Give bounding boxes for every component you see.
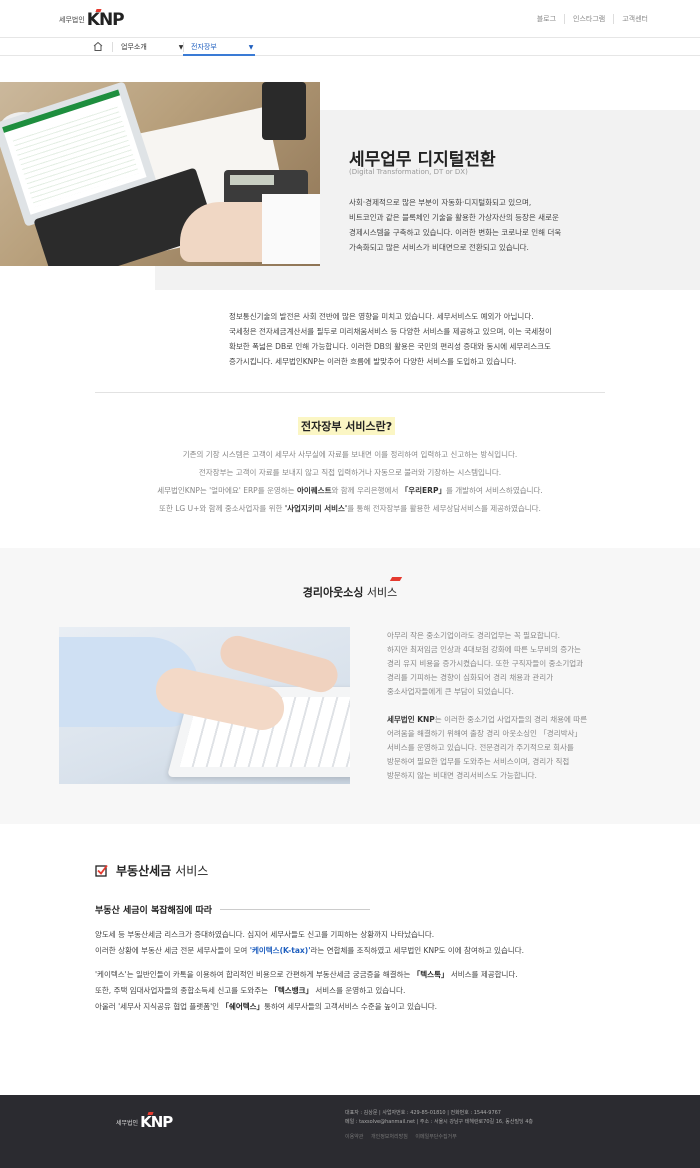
site-header: 세무법인 KNP 블로그 인스타그램 고객센터 [0, 0, 700, 37]
hero-line: 경제시스템을 구축하고 있습니다. 이러한 변화는 코로나로 인해 더욱 [349, 228, 562, 237]
hero-subtitle: (Digital Transformation, DT or DX) [349, 168, 468, 176]
ebook-line: 세무법인KNP는 '얼마에요' ERP를 운영하는 아이퀘스트와 함께 우리은행… [157, 486, 543, 495]
nav-dropdown-ebook[interactable]: 전자장부 ▼ [191, 42, 253, 52]
realestate-paragraph-2: '케이텍스'는 일반인들이 카톡을 이용하여 합리적인 비용으로 간편하게 부동… [95, 970, 518, 1011]
top-links: 블로그 인스타그램 고객센터 [529, 14, 656, 24]
site-footer: 세무법인 KNP 대표자 : 김상문 | 사업자번호 : 429-85-0181… [0, 1095, 700, 1168]
business-keeper-highlight: '사업지키미 서비스' [284, 504, 348, 513]
woori-erp-highlight: 「우리ERP」 [400, 486, 446, 495]
hero-line: 사회·경제적으로 많은 부분이 자동화·디지털화되고 있으며, [349, 198, 532, 207]
ebook-description: 기존의 기장 시스템은 고객이 세무사 사무실에 자료를 보내면 이를 정리하여… [0, 446, 700, 518]
instagram-link[interactable]: 인스타그램 [564, 14, 613, 24]
ebook-section-title: 전자장부 서비스란? [298, 417, 396, 435]
home-icon[interactable] [93, 41, 103, 52]
section-divider [95, 392, 605, 393]
realestate-subheading: 부동산 세금이 복잡해짐에 따라 [95, 903, 371, 916]
ebook-line: 또한 LG U+와 함께 중소사업자를 위한 '사업지키미 서비스'를 통해 전… [159, 504, 541, 513]
active-nav-indicator [183, 54, 255, 56]
caret-down-icon: ▼ [248, 43, 254, 51]
blog-link[interactable]: 블로그 [529, 14, 564, 24]
nav-divider [183, 42, 184, 52]
hero-line: 가속화되고 많은 서비스가 비대면으로 전환되고 있습니다. [349, 243, 529, 252]
hero-line: 비트코인과 같은 블록체인 기술을 활용한 가상자산의 등장은 새로운 [349, 213, 559, 222]
nav-dropdown-work[interactable]: 업무소개 ▼ [121, 42, 183, 52]
hero-title: 세무업무 디지털전환 [349, 150, 496, 170]
taxbank-highlight: 「텍스뱅크」 [270, 986, 313, 995]
nav-item-label: 업무소개 [121, 43, 147, 51]
ktax-highlight: '케이텍스(K-tax)' [249, 946, 311, 955]
logo-main-text: KNP [86, 10, 125, 30]
footer-logo[interactable]: 세무법인 KNP [116, 1113, 173, 1131]
sub-navigation: 업무소개 ▼ 전자장부 ▼ [0, 37, 700, 56]
intro-line: 확보한 폭넓은 DB로 인해 가능합니다. 이러한 DB의 활용은 국민의 편리… [229, 342, 551, 351]
nav-divider [112, 42, 113, 52]
hero-description: 사회·경제적으로 많은 부분이 자동화·디지털화되고 있으며, 비트코인과 같은… [349, 195, 599, 255]
ebook-line: 기존의 기장 시스템은 고객이 세무사 사무실에 자료를 보내면 이를 정리하여… [182, 450, 518, 459]
site-logo[interactable]: 세무법인 KNP [59, 10, 125, 30]
intro-text: 정보통신기술의 발전은 사회 전반에 많은 영향을 미치고 있습니다. 세무서비… [229, 309, 609, 369]
footer-links: 이용약관 개인정보처리방침 이메일무단수집거부 [345, 1133, 463, 1140]
email-policy-link[interactable]: 이메일무단수집거부 [415, 1134, 456, 1140]
nav-item-label: 전자장부 [191, 43, 217, 51]
taxtalk-highlight: 「텍스톡」 [412, 970, 449, 979]
sharetax-highlight: 「쉐어텍스」 [221, 1002, 265, 1011]
outsourcing-section-title: 경리아웃소싱 서비스 [0, 577, 700, 600]
terms-link[interactable]: 이용약관 [345, 1134, 363, 1140]
customer-center-link[interactable]: 고객센터 [613, 14, 656, 24]
iquest-highlight: 아이퀘스트 [296, 486, 332, 495]
hero-image-laptop-office [0, 82, 320, 266]
outsourcing-paragraph-2: 세무법인 KNP는 이러한 중소기업 사업자들의 경리 채용에 따른 어려움을 … [387, 715, 588, 780]
outsourcing-image-keyboard-hands [59, 627, 350, 784]
intro-line: 국세청은 전자세금계산서를 필두로 미리채움서비스 등 다양한 서비스를 제공하… [229, 327, 552, 336]
intro-line: 증가시킵니다. 세무법인KNP는 이러한 흐름에 발맞추어 다양한 서비스를 도… [229, 357, 517, 366]
intro-line: 정보통신기술의 발전은 사회 전반에 많은 영향을 미치고 있습니다. 세무서비… [229, 312, 534, 321]
checkbox-icon [95, 864, 108, 877]
realestate-section-title: 부동산세금 서비스 [95, 862, 208, 879]
privacy-link[interactable]: 개인정보처리방침 [371, 1134, 408, 1140]
ebook-line: 전자장부는 고객이 자료를 보내지 않고 직접 입력하거나 자동으로 불러와 기… [198, 468, 502, 477]
knp-highlight: 세무법인 KNP [387, 715, 435, 724]
company-info: 대표자 : 김상문 | 사업자번호 : 429-85-01810 | 전화번호 … [345, 1110, 534, 1125]
logo-small-text: 세무법인 [59, 16, 85, 24]
subheading-rule [220, 909, 371, 910]
outsourcing-paragraph-1: 아무리 작은 중소기업이라도 경리업무는 꼭 필요합니다. 하지만 최저임금 인… [387, 631, 584, 696]
realestate-paragraph-1: 양도세 등 부동산세금 리스크가 증대하였습니다. 심지어 세무사들도 신고를 … [95, 930, 525, 955]
